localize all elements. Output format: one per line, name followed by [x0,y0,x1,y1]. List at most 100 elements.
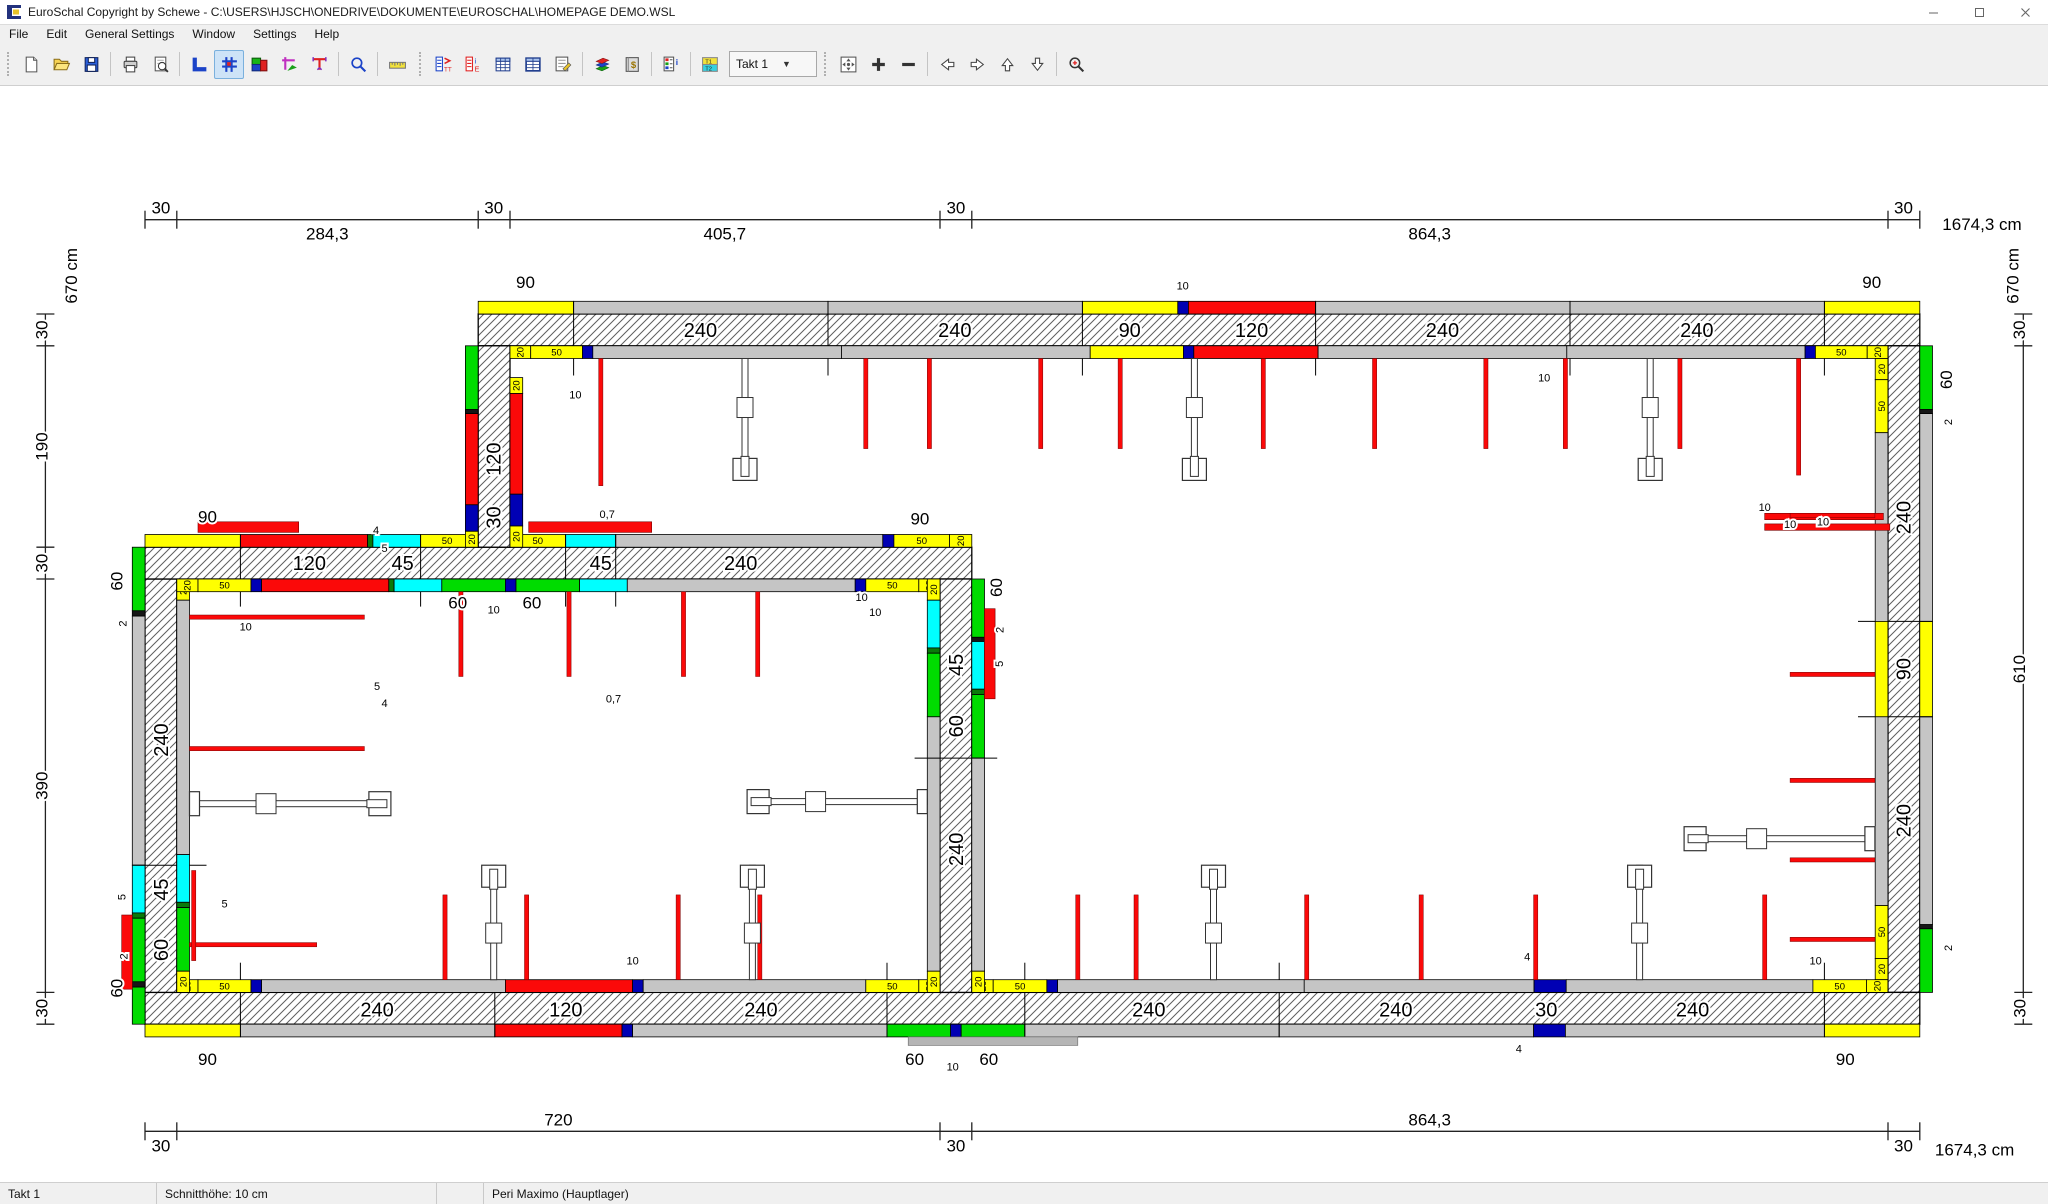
svg-text:2: 2 [1943,419,1955,425]
toolbar-wall-grid-button[interactable] [214,50,244,79]
svg-text:240: 240 [1379,999,1412,1021]
svg-text:90: 90 [198,1050,217,1069]
svg-text:10: 10 [947,1061,959,1073]
toolbar-price-list-button[interactable]: $ [617,50,647,79]
toolbar-zoom-button[interactable] [343,50,373,79]
svg-text:45: 45 [946,654,968,676]
toolbar-zoom-window-button[interactable] [1061,50,1091,79]
toolbar-zoom-out-button[interactable] [893,50,923,79]
pan-left-icon [938,55,957,74]
toolbar-wall-corner-button[interactable] [184,50,214,79]
status-cell-0: Takt 1 [0,1183,157,1204]
svg-text:30: 30 [32,320,51,339]
zoom-icon [349,55,368,74]
svg-text:190: 190 [32,432,51,460]
svg-text:20: 20 [1873,981,1884,992]
euroschal-window: { "window": { "title": "EuroSchal Copyri… [0,0,2048,1202]
svg-text:4: 4 [382,698,388,710]
svg-text:50: 50 [1836,348,1847,359]
menu-general-settings[interactable]: General Settings [76,26,183,42]
price-list-icon: $ [623,55,642,74]
toolbar-takt-button[interactable]: T1T2 [695,50,725,79]
svg-text:30: 30 [2010,320,2029,339]
status-cell-3: Peri Maximo (Hauptlager) [484,1183,2048,1204]
toolbar-pan-up-button[interactable] [992,50,1022,79]
print-preview-icon [151,55,170,74]
svg-text:60: 60 [905,1050,924,1069]
toolbar-layers-button[interactable] [587,50,617,79]
table-day-icon [494,55,513,74]
svg-text:60: 60 [448,593,467,612]
toolbar-grip [419,52,421,76]
menu-file[interactable]: File [0,26,37,42]
toolbar-table-sum-button[interactable] [518,50,548,79]
list-edit-icon: iE [464,55,483,74]
svg-text:20: 20 [179,977,190,988]
minimize-button[interactable] [1910,0,1956,24]
toolbar-dim-grid-button[interactable] [274,50,304,79]
svg-text:60: 60 [151,939,173,961]
status-bar: Takt 1Schnitthöhe: 10 cm Peri Maximo (Hau… [0,1182,2048,1204]
svg-text:284,3: 284,3 [306,225,349,244]
svg-text:240: 240 [1894,501,1916,534]
zoom-out-icon [899,55,918,74]
toolbar-open-button[interactable] [46,50,76,79]
toolbar-save-button[interactable] [76,50,106,79]
toolbar-new-button[interactable] [16,50,46,79]
svg-text:50: 50 [219,581,230,592]
toolbar-wall-elements-button[interactable] [244,50,274,79]
svg-text:$: $ [630,60,636,71]
svg-text:10: 10 [869,607,881,619]
svg-text:2: 2 [119,953,131,959]
svg-text:405,7: 405,7 [704,225,747,244]
toolbar-separator [338,52,339,76]
takt-icon: T1T2 [701,55,720,74]
menu-settings[interactable]: Settings [244,26,305,42]
svg-text:30: 30 [946,199,965,218]
svg-text:50: 50 [1877,401,1888,412]
status-cell-1: Schnitthöhe: 10 cm [157,1183,437,1204]
toolbar-fit-view-button[interactable] [833,50,863,79]
toolbar-pan-left-button[interactable] [932,50,962,79]
takt-select[interactable]: Takt 1▼ [729,51,817,77]
toolbar-list-add-button[interactable]: TT [428,50,458,79]
svg-text:20: 20 [956,536,967,547]
app-logo-icon [6,4,22,20]
svg-text:120: 120 [484,443,506,476]
svg-text:864,3: 864,3 [1408,225,1451,244]
svg-text:20: 20 [467,534,478,545]
svg-text:240: 240 [946,833,968,866]
toolbar-pan-down-button[interactable] [1022,50,1052,79]
svg-text:90: 90 [1119,320,1141,342]
toolbar-element-list-button[interactable]: i [656,50,686,79]
svg-text:20: 20 [512,531,523,542]
table-report-icon [554,55,573,74]
svg-text:2: 2 [1943,945,1955,951]
toolbar-table-report-button[interactable] [548,50,578,79]
toolbar-print-preview-button[interactable] [145,50,175,79]
toolbar-table-day-button[interactable] [488,50,518,79]
maximize-button[interactable] [1956,0,2002,24]
toolbar-list-edit-button[interactable]: iE [458,50,488,79]
svg-text:240: 240 [1894,804,1916,837]
menu-edit[interactable]: Edit [37,26,76,42]
svg-text:670 cm: 670 cm [62,248,81,304]
svg-text:864,3: 864,3 [1408,1110,1451,1129]
menu-help[interactable]: Help [305,26,348,42]
toolbar-measure-button[interactable] [382,50,412,79]
svg-text:T1: T1 [705,59,712,65]
svg-text:0,7: 0,7 [606,694,621,706]
close-button[interactable] [2002,0,2048,24]
menu-window[interactable]: Window [183,26,244,42]
toolbar-zoom-in-button[interactable] [863,50,893,79]
toolbar-dim-chain-button[interactable] [304,50,334,79]
toolbar-print-button[interactable] [115,50,145,79]
toolbar-pan-right-button[interactable] [962,50,992,79]
toolbar-grip [824,52,826,76]
svg-text:30: 30 [32,999,51,1018]
takt-select-value: Takt 1 [736,57,768,71]
svg-text:240: 240 [151,723,173,756]
plan-canvas[interactable]: 2050502020505020205050202050502020205050… [0,86,2048,1182]
svg-text:20: 20 [516,347,527,358]
drawing-area: 2050502020505020205050202050502020205050… [0,86,2048,1182]
